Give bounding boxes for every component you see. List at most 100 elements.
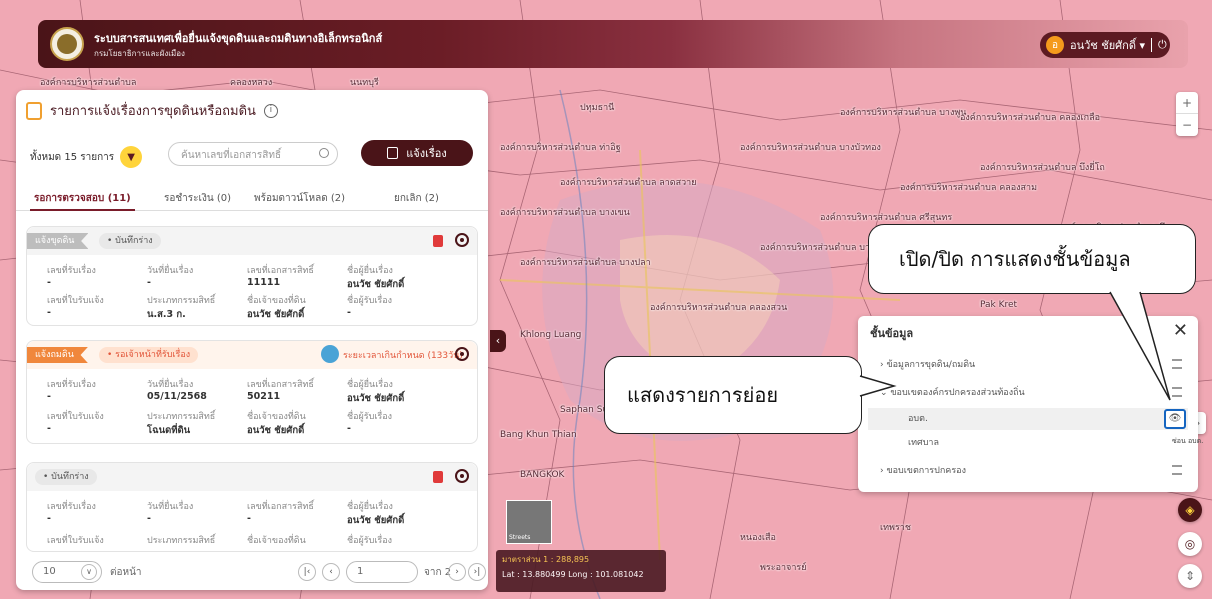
tab-cancelled[interactable]: ยกเลิก (2) bbox=[394, 191, 439, 206]
callout-toggle-layer: เปิด/ปิด การแสดงชั้นข้อมูล bbox=[868, 224, 1196, 294]
zoom-in-icon[interactable]: + bbox=[1176, 92, 1198, 114]
report-card[interactable]: แจ้งขุดดิน • บันทึกร่าง เลขที่รับเรื่อง -… bbox=[26, 226, 478, 326]
field-label: ชื่อเจ้าของที่ดิน bbox=[247, 536, 306, 546]
list-icon[interactable] bbox=[1172, 465, 1182, 475]
zoom-out-icon[interactable]: − bbox=[1176, 114, 1198, 136]
filter-icon[interactable]: ▼ bbox=[120, 146, 143, 168]
map-place-label: นนทบุรี bbox=[350, 78, 379, 88]
status-badge: • บันทึกร่าง bbox=[35, 469, 97, 485]
tooltip: ซ่อน อบต. bbox=[1172, 437, 1204, 445]
basemap-switcher[interactable]: Streets bbox=[506, 500, 552, 544]
locate-icon[interactable] bbox=[455, 347, 469, 361]
locate-icon[interactable] bbox=[455, 469, 469, 483]
tab-ready-download[interactable]: พร้อมดาวน์โหลด (2) bbox=[254, 191, 345, 206]
callout-text: เปิด/ปิด การแสดงชั้นข้อมูล bbox=[899, 247, 1131, 271]
field-value: 50211 bbox=[247, 391, 281, 402]
layer-label: › ข้อมูลการขุดดิน/ถมดิน bbox=[880, 360, 976, 370]
field-label: วันที่ยื่นเรื่อง bbox=[147, 266, 194, 276]
field-value: น.ส.3 ก. bbox=[147, 309, 186, 320]
next-page-icon[interactable]: › bbox=[448, 563, 466, 581]
field-label: เลขที่ใบรับแจ้ง bbox=[47, 412, 104, 422]
field-value: - bbox=[247, 513, 251, 524]
map-place-label: Pak Kret bbox=[980, 300, 1018, 310]
search-placeholder: ค้นหาเลขที่เอกสารสิทธิ์ bbox=[181, 150, 282, 161]
layers-icon[interactable]: ◈ bbox=[1178, 498, 1202, 522]
field-value: - bbox=[347, 423, 351, 434]
basemap-label: Streets bbox=[509, 534, 531, 541]
app-header: ระบบสารสนเทศเพื่อยื่นแจ้งขุดดินและถมดินท… bbox=[38, 20, 1188, 68]
field-value: 05/11/2568 bbox=[147, 391, 207, 402]
map-place-label: องค์การบริหารส่วนตำบล bbox=[40, 78, 137, 88]
map-place-label: องค์การบริหารส่วนตำบล บางบัวทอง bbox=[740, 143, 881, 153]
locate-icon[interactable] bbox=[455, 233, 469, 247]
page-size-select[interactable]: 10 ∨ bbox=[32, 561, 102, 583]
tab-pending-review[interactable]: รอการตรวจสอบ (11) bbox=[34, 191, 131, 206]
trash-icon[interactable] bbox=[433, 471, 443, 483]
page-size-value: 10 bbox=[43, 566, 56, 577]
map-place-label: องค์การบริหารส่วนตำบล ศรีสุนทร bbox=[820, 213, 953, 223]
avatar: อ bbox=[1046, 36, 1064, 54]
field-label: ชื่อผู้ยื่นเรื่อง bbox=[347, 502, 393, 512]
report-card[interactable]: • บันทึกร่าง เลขที่รับเรื่อง - วันที่ยื่น… bbox=[26, 462, 478, 552]
field-label: เลขที่รับเรื่อง bbox=[47, 266, 96, 276]
map-place-label: องค์การบริหารส่วนตำบล บางปลา bbox=[520, 258, 651, 268]
user-name: อนวัช ชัยศักดิ์ ▾ bbox=[1070, 39, 1145, 52]
map-place-label: องค์การบริหารส่วนตำบล ท่าอิฐ bbox=[500, 143, 621, 153]
map-place-label: เทพราช bbox=[880, 523, 911, 533]
map-place-label: องค์การบริหารส่วนตำบล คลองสวน bbox=[650, 303, 788, 313]
report-card[interactable]: แจ้งถมดิน • รอเจ้าหน้าที่รับเรื่อง ระยะเ… bbox=[26, 340, 478, 444]
field-label: เลขที่รับเรื่อง bbox=[47, 380, 96, 390]
field-value: อนวัช ชัยศักดิ์ bbox=[247, 425, 305, 436]
last-page-icon[interactable]: ›| bbox=[468, 563, 486, 581]
field-value: โฉนดที่ดิน bbox=[147, 425, 191, 436]
field-value: - bbox=[47, 391, 51, 402]
add-document-icon bbox=[387, 147, 399, 159]
search-input[interactable]: ค้นหาเลขที่เอกสารสิทธิ์ bbox=[168, 142, 338, 166]
tab-awaiting-payment[interactable]: รอชำระเงิน (0) bbox=[164, 191, 231, 206]
report-button[interactable]: แจ้งเรื่อง bbox=[361, 140, 473, 166]
map-place-label: องค์การบริหารส่วนตำบล บางพูน bbox=[840, 108, 967, 118]
per-page-label: ต่อหน้า bbox=[110, 567, 142, 578]
field-value: - bbox=[147, 513, 151, 524]
locate-me-icon[interactable]: ◎ bbox=[1178, 532, 1202, 556]
current-page: 1 bbox=[357, 566, 364, 577]
field-label: เลขที่ใบรับแจ้ง bbox=[47, 536, 104, 546]
trash-icon[interactable] bbox=[433, 235, 443, 247]
prev-page-icon[interactable]: ‹ bbox=[322, 563, 340, 581]
map-place-label: หนองเสือ bbox=[740, 533, 776, 543]
field-value: - bbox=[47, 423, 51, 434]
page-number-input[interactable]: 1 bbox=[346, 561, 418, 583]
layer-label: เทศบาล bbox=[908, 438, 940, 448]
map-place-label: องค์การบริหารส่วนตำบล ลาดสวาย bbox=[560, 178, 697, 188]
map-place-label: องค์การบริหารส่วนตำบล บางเขน bbox=[500, 208, 630, 218]
field-label: วันที่ยื่นเรื่อง bbox=[147, 502, 194, 512]
field-value: อนวัช ชัยศักดิ์ bbox=[347, 279, 405, 290]
info-icon[interactable]: i bbox=[263, 103, 278, 118]
status-badge: • รอเจ้าหน้าที่รับเรื่อง bbox=[99, 347, 199, 363]
map-place-label: องค์การบริหารส่วนตำบล คลองสาม bbox=[900, 183, 1038, 193]
field-label: ชื่อผู้ยื่นเรื่อง bbox=[347, 380, 393, 390]
field-label: ประเภทกรรมสิทธิ์ bbox=[147, 296, 216, 306]
field-label: เลขที่เอกสารสิทธิ์ bbox=[247, 380, 314, 390]
collapse-panel-button[interactable]: ‹ bbox=[490, 330, 506, 352]
layer-label: › ขอบเขตการปกครอง bbox=[880, 466, 966, 476]
layer-panel-title: ชั้นข้อมูล bbox=[870, 327, 914, 340]
layer-row-sao[interactable]: อบต. 👁 bbox=[868, 408, 1188, 430]
user-menu[interactable]: อ อนวัช ชัยศักดิ์ ▾ ⏻ bbox=[1040, 32, 1170, 58]
type-tag: แจ้งถมดิน bbox=[27, 347, 88, 363]
total-count: ทั้งหมด 15 รายการ bbox=[30, 151, 115, 163]
first-page-icon[interactable]: |‹ bbox=[298, 563, 316, 581]
layer-row-municipality[interactable]: เทศบาล bbox=[868, 432, 1188, 454]
field-label: วันที่ยื่นเรื่อง bbox=[147, 380, 194, 390]
map-place-label: องค์การบริหารส่วนตำบล คลองเกลือ bbox=[960, 113, 1100, 123]
field-value: - bbox=[47, 307, 51, 318]
callout-show-sublist: แสดงรายการย่อย bbox=[604, 356, 862, 434]
power-icon[interactable]: ⏻ bbox=[1150, 38, 1167, 52]
field-label: เลขที่ใบรับแจ้ง bbox=[47, 296, 104, 306]
compass-icon[interactable]: ⇕ bbox=[1178, 564, 1202, 588]
map-place-label: Khlong Luang bbox=[520, 330, 582, 340]
field-label: ประเภทกรรมสิทธิ์ bbox=[147, 412, 216, 422]
panel-title: รายการแจ้งเรื่องการขุดดินหรือถมดิน bbox=[50, 104, 256, 119]
layer-row-admin-boundary[interactable]: › ขอบเขตการปกครอง bbox=[868, 460, 1188, 482]
eye-icon[interactable]: 👁 bbox=[1164, 409, 1186, 429]
